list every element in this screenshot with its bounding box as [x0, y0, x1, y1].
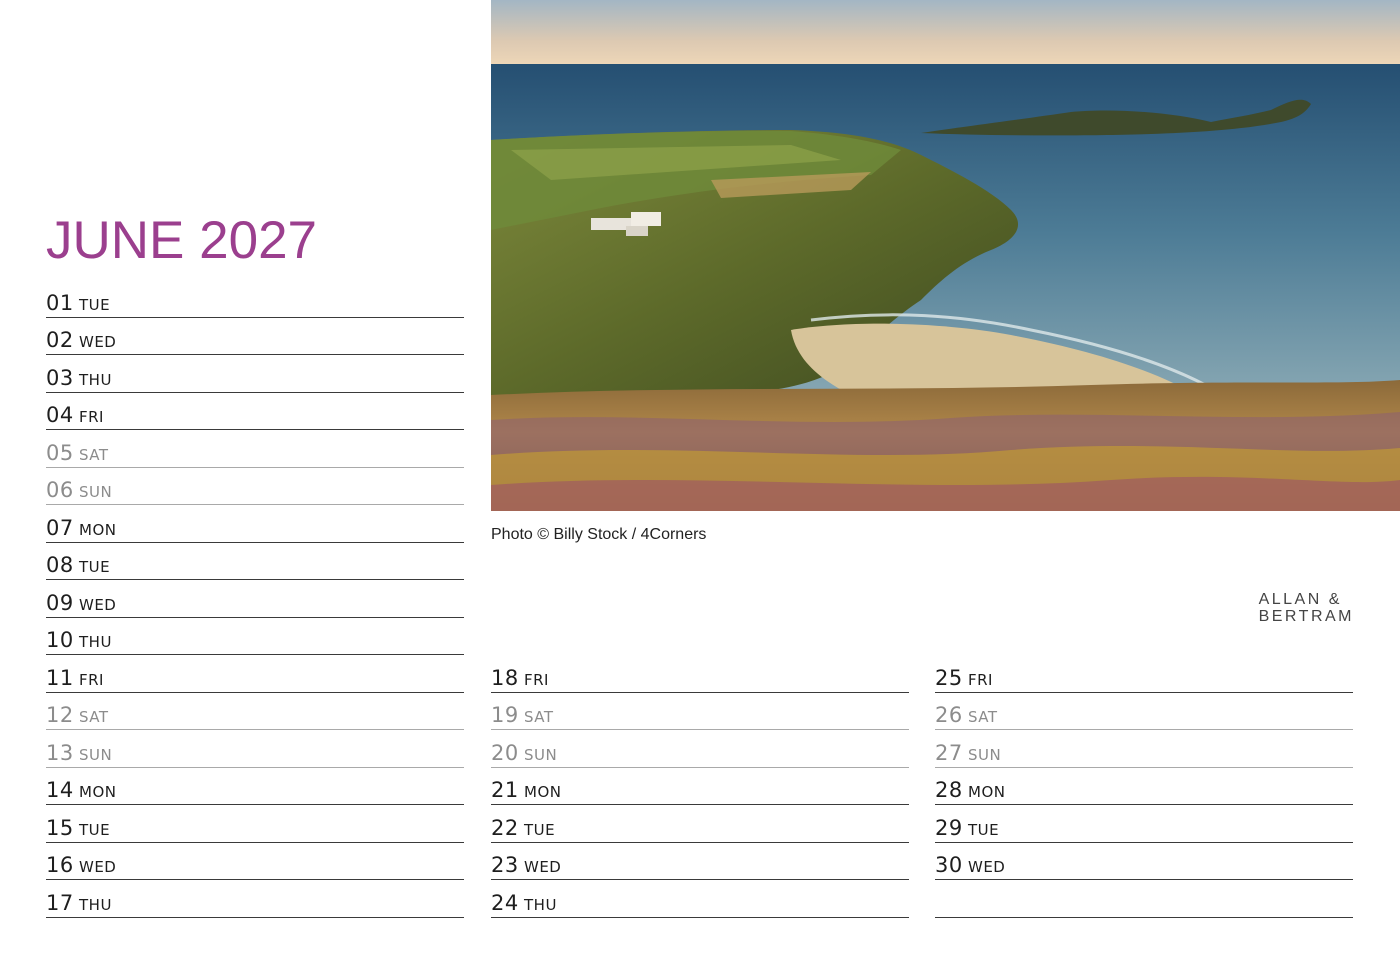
day-number: 14 [46, 778, 74, 802]
day-number: 21 [491, 778, 519, 802]
day-of-week: SUN [524, 745, 558, 764]
day-of-week: FRI [968, 670, 993, 689]
day-of-week: SUN [79, 745, 113, 764]
day-of-week: SAT [524, 708, 554, 726]
day-row: 27 SUN [935, 730, 1353, 768]
day-row: 03 THU [46, 355, 464, 393]
day-of-week: TUE [524, 820, 556, 839]
day-number: 09 [46, 590, 74, 615]
day-of-week: WED [79, 333, 117, 351]
day-row: 02 WED [46, 318, 464, 355]
day-of-week: SAT [79, 445, 109, 464]
day-row: 21 MON [491, 768, 909, 805]
day-number: 28 [935, 778, 963, 802]
day-of-week: SAT [968, 708, 998, 726]
month-title: JUNE 2027 [46, 211, 318, 270]
day-row: 04 FRI [46, 393, 464, 430]
day-row: 26 SAT [935, 693, 1353, 730]
day-row: 01 TUE [46, 280, 464, 318]
day-row: 30 WED [935, 843, 1353, 880]
day-number: 29 [935, 815, 963, 840]
day-number: 12 [46, 703, 74, 727]
day-number: 30 [935, 853, 963, 877]
photo-credit: Photo © Billy Stock / 4Corners [491, 526, 707, 543]
day-of-week: WED [968, 858, 1006, 876]
day-row: 11 FRI [46, 655, 464, 693]
day-of-week: TUE [79, 820, 111, 839]
day-number: 17 [46, 890, 74, 915]
day-row: 09 WED [46, 580, 464, 618]
day-row [935, 880, 1353, 918]
day-of-week: SUN [968, 745, 1002, 764]
brand-line-1: ALLAN & [1258, 591, 1342, 608]
day-number: 04 [46, 403, 74, 427]
day-row: 17 THU [46, 880, 464, 918]
day-of-week: MON [79, 520, 117, 539]
day-row: 15 TUE [46, 805, 464, 843]
brand-line-2: BERTRAM [1258, 608, 1354, 625]
day-of-week: WED [524, 858, 562, 876]
day-of-week: WED [79, 595, 117, 614]
day-number: 18 [491, 665, 519, 690]
day-of-week: SAT [79, 708, 109, 726]
day-of-week: THU [79, 370, 112, 389]
day-number: 03 [46, 365, 74, 390]
day-row: 22 TUE [491, 805, 909, 843]
day-row: 23 WED [491, 843, 909, 880]
day-number: 27 [935, 740, 963, 765]
day-row: 13 SUN [46, 730, 464, 768]
day-number: 24 [491, 890, 519, 915]
day-number: 26 [935, 703, 963, 727]
day-of-week: TUE [968, 820, 1000, 839]
day-row: 19 SAT [491, 693, 909, 730]
day-row: 12 SAT [46, 693, 464, 730]
day-row: 14 MON [46, 768, 464, 805]
day-number: 16 [46, 853, 74, 877]
day-row: 29 TUE [935, 805, 1353, 843]
day-of-week: FRI [79, 670, 104, 689]
landscape-photo [491, 0, 1400, 511]
day-number: 15 [46, 815, 74, 840]
day-of-week: FRI [79, 408, 104, 426]
day-of-week: THU [79, 895, 112, 914]
day-number: 22 [491, 815, 519, 840]
day-row: 08 TUE [46, 543, 464, 580]
day-of-week: MON [79, 783, 117, 801]
day-of-week: TUE [79, 295, 111, 314]
day-row: 20 SUN [491, 730, 909, 768]
day-row: 16 WED [46, 843, 464, 880]
day-row: 28 MON [935, 768, 1353, 805]
day-of-week: TUE [79, 558, 111, 576]
day-number: 05 [46, 440, 74, 465]
day-row: 25 FRI [935, 655, 1353, 693]
day-row: 05 SAT [46, 430, 464, 468]
day-number: 25 [935, 665, 963, 690]
day-number: 19 [491, 703, 519, 727]
day-of-week: MON [968, 783, 1006, 801]
day-row: 07 MON [46, 505, 464, 543]
day-number: 02 [46, 328, 74, 352]
day-number: 06 [46, 478, 74, 502]
day-row: 06 SUN [46, 468, 464, 505]
day-row: 10 THU [46, 618, 464, 655]
day-of-week: THU [524, 895, 557, 914]
day-row: 18 FRI [491, 655, 909, 693]
day-number: 20 [491, 740, 519, 765]
day-number: 10 [46, 628, 74, 652]
day-number: 01 [46, 290, 74, 315]
brand-logo: ALLAN & BERTRAM [1259, 591, 1354, 625]
day-row: 24 THU [491, 880, 909, 918]
day-number: 07 [46, 515, 74, 540]
day-of-week: SUN [79, 483, 113, 501]
day-number: 23 [491, 853, 519, 877]
day-number: 11 [46, 665, 74, 690]
day-of-week: FRI [524, 670, 549, 689]
day-number: 13 [46, 740, 74, 765]
day-number: 08 [46, 553, 74, 577]
day-of-week: THU [79, 633, 112, 651]
day-of-week: MON [524, 783, 562, 801]
day-of-week: WED [79, 858, 117, 876]
